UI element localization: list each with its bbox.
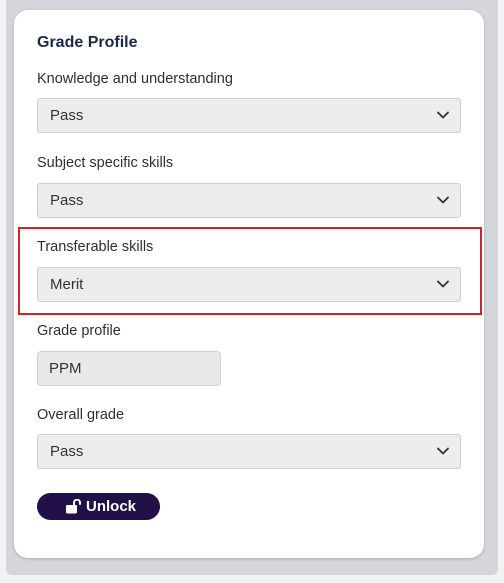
unlock-icon — [66, 499, 81, 514]
overall-grade-label: Overall grade — [37, 407, 125, 423]
transferable-skills-select[interactable]: Merit — [37, 267, 461, 302]
transferable-skills-label: Transferable skills — [37, 239, 154, 255]
knowledge-select[interactable]: Pass — [37, 98, 461, 133]
subject-skills-label: Subject specific skills — [37, 155, 174, 171]
overall-grade-select[interactable]: Pass — [37, 434, 461, 469]
chevron-down-icon — [437, 280, 449, 288]
grade-profile-card: Grade Profile Knowledge and understandin… — [14, 10, 484, 558]
grade-profile-value: PPM — [49, 360, 82, 377]
unlock-button[interactable]: Unlock — [37, 493, 160, 520]
transferable-skills-value: Merit — [50, 276, 84, 293]
chevron-down-icon — [437, 196, 449, 204]
knowledge-value: Pass — [50, 107, 84, 124]
grade-profile-field: PPM — [37, 351, 221, 386]
card-title: Grade Profile — [37, 34, 138, 51]
overall-grade-value: Pass — [50, 443, 84, 460]
subject-skills-value: Pass — [50, 192, 84, 209]
chevron-down-icon — [437, 111, 449, 119]
subject-skills-select[interactable]: Pass — [37, 183, 461, 218]
chevron-down-icon — [437, 447, 449, 455]
unlock-label: Unlock — [86, 498, 137, 515]
knowledge-label: Knowledge and understanding — [37, 71, 233, 87]
grade-profile-label: Grade profile — [37, 323, 121, 339]
